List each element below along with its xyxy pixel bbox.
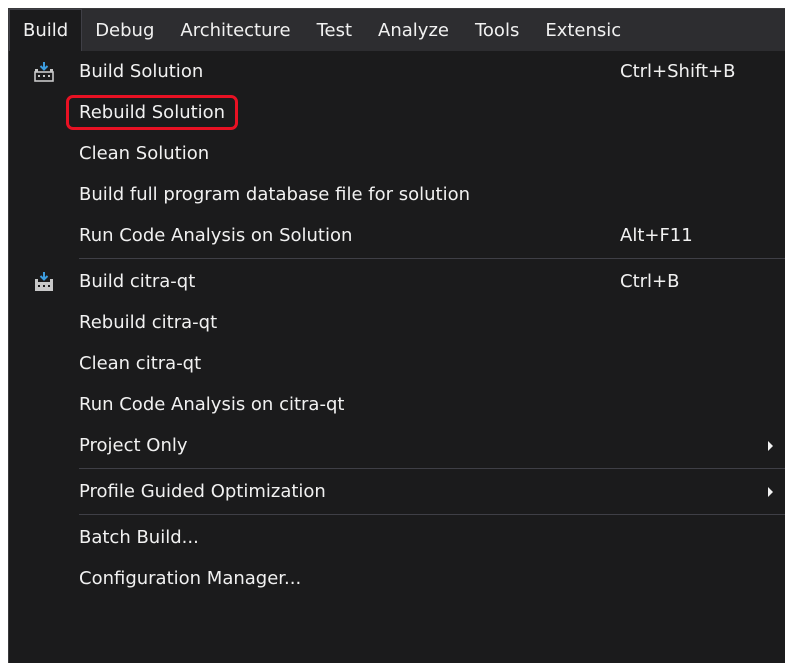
menu-icon-placeholder: [9, 471, 79, 512]
menu-item-run-code-analysis-solution[interactable]: Run Code Analysis on Solution Alt+F11: [9, 215, 785, 256]
menu-icon-placeholder: [9, 425, 79, 466]
menu-icon-placeholder: [9, 558, 79, 599]
menu-icon-placeholder: [9, 174, 79, 215]
submenu-arrow-icon: [767, 471, 775, 512]
menu-item-label: Configuration Manager...: [79, 568, 302, 589]
menu-icon-placeholder: [9, 517, 79, 558]
menu-icon-placeholder: [9, 384, 79, 425]
menu-item-label: Rebuild Solution: [66, 95, 239, 130]
shortcut-label: Ctrl+Shift+B: [620, 61, 736, 82]
menubar-debug[interactable]: Debug: [82, 9, 167, 51]
menu-icon-placeholder: [9, 215, 79, 256]
build-icon: [9, 51, 79, 92]
menu-item-batch-build[interactable]: Batch Build...: [9, 517, 785, 558]
menu-item-label: Batch Build...: [79, 527, 199, 548]
menu-item-label: Run Code Analysis on citra-qt: [79, 394, 345, 415]
menu-icon-placeholder: [9, 133, 79, 174]
menu-item-build-project[interactable]: Build citra-qt Ctrl+B: [9, 261, 785, 302]
menu-item-label: Build Solution: [79, 61, 204, 82]
menu-item-project-only[interactable]: Project Only: [9, 425, 785, 466]
menubar-build[interactable]: Build: [9, 9, 83, 51]
menubar-tools[interactable]: Tools: [462, 9, 532, 51]
menubar: Build Debug Architecture Test Analyze To…: [9, 9, 785, 51]
menu-item-label: Build full program database file for sol…: [79, 184, 470, 205]
menu-item-label: Profile Guided Optimization: [79, 481, 326, 502]
menu-item-configuration-manager[interactable]: Configuration Manager...: [9, 558, 785, 599]
menu-item-build-solution[interactable]: Build Solution Ctrl+Shift+B: [9, 51, 785, 92]
menu-item-label: Build citra-qt: [79, 271, 196, 292]
menu-item-label: Project Only: [79, 435, 188, 456]
menu-item-clean-project[interactable]: Clean citra-qt: [9, 343, 785, 384]
menu-item-label: Rebuild citra-qt: [79, 312, 218, 333]
menu-separator: [79, 514, 785, 515]
menubar-extensions[interactable]: Extensic: [532, 9, 634, 51]
menu-item-label: Clean citra-qt: [79, 353, 202, 374]
build-icon: [9, 261, 79, 302]
menu-item-build-pdb[interactable]: Build full program database file for sol…: [9, 174, 785, 215]
menu-icon-placeholder: [9, 343, 79, 384]
menu-separator: [79, 468, 785, 469]
menu-item-rebuild-project[interactable]: Rebuild citra-qt: [9, 302, 785, 343]
menubar-test[interactable]: Test: [304, 9, 365, 51]
menu-item-clean-solution[interactable]: Clean Solution: [9, 133, 785, 174]
menu-item-profile-guided-optimization[interactable]: Profile Guided Optimization: [9, 471, 785, 512]
menu-item-rebuild-solution[interactable]: Rebuild Solution: [9, 92, 785, 133]
ide-window: Build Debug Architecture Test Analyze To…: [8, 8, 785, 663]
menubar-analyze[interactable]: Analyze: [365, 9, 462, 51]
shortcut-label: Alt+F11: [620, 225, 693, 246]
menu-item-label: Clean Solution: [79, 143, 210, 164]
menubar-architecture[interactable]: Architecture: [167, 9, 303, 51]
build-menu: Build Solution Ctrl+Shift+B Rebuild Solu…: [9, 51, 785, 599]
menu-item-label: Run Code Analysis on Solution: [79, 225, 353, 246]
menu-separator: [79, 258, 785, 259]
shortcut-label: Ctrl+B: [620, 271, 680, 292]
menu-item-run-code-analysis-project[interactable]: Run Code Analysis on citra-qt: [9, 384, 785, 425]
menu-icon-placeholder: [9, 302, 79, 343]
submenu-arrow-icon: [767, 425, 775, 466]
